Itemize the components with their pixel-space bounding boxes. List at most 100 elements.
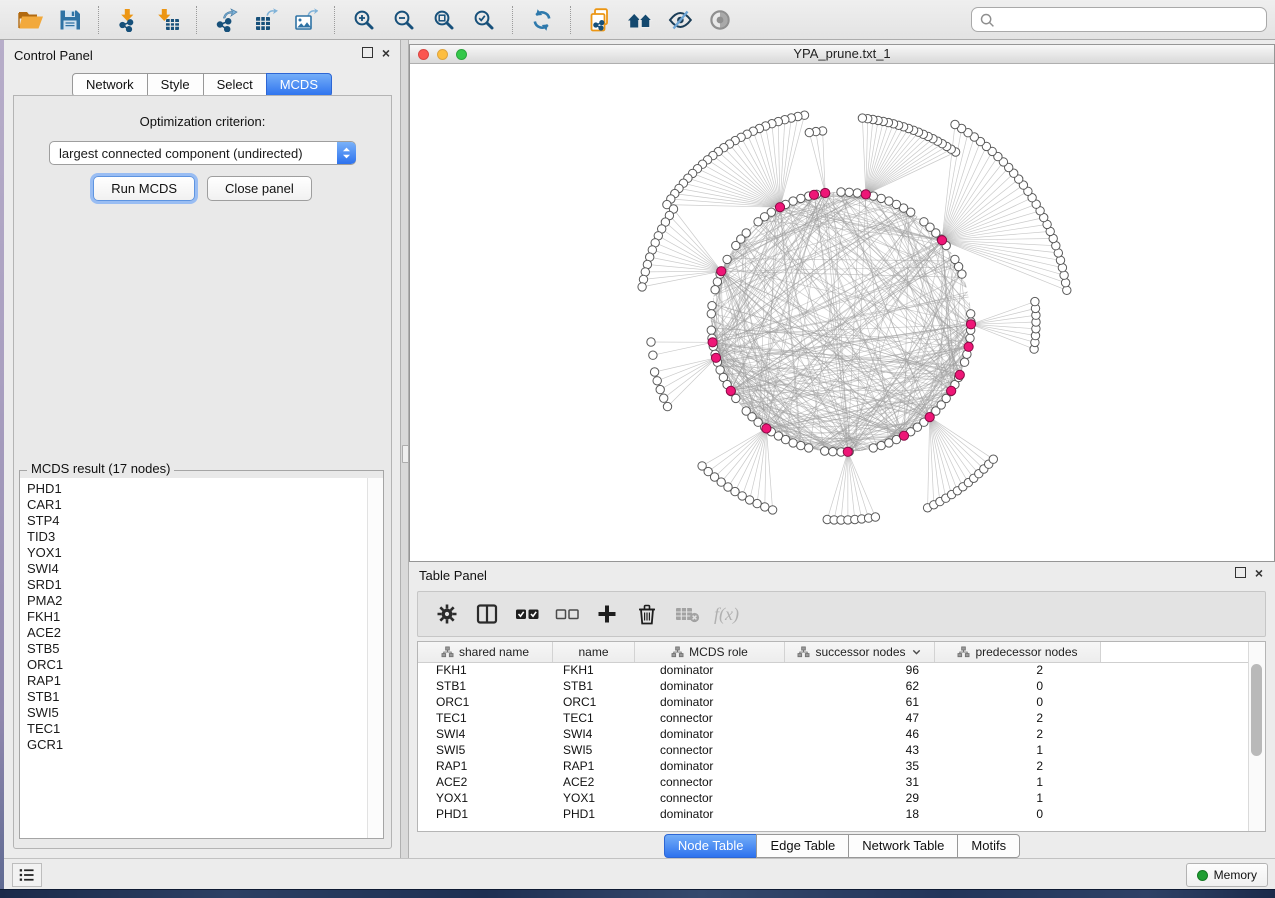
column-header-successor-nodes[interactable]: successor nodes: [785, 642, 935, 662]
table-row[interactable]: STB1STB1dominator620: [418, 678, 1249, 694]
mcds-result-item[interactable]: ORC1: [27, 657, 368, 673]
import-network-from-file-button[interactable]: [111, 4, 145, 36]
zoom-fit-content-button[interactable]: [427, 4, 461, 36]
memory-button[interactable]: Memory: [1186, 863, 1268, 887]
mcds-hub-node: [711, 353, 720, 362]
table-row[interactable]: TEC1TEC1connector472: [418, 710, 1249, 726]
mcds-hub-node: [964, 342, 973, 351]
table-options-button[interactable]: [430, 597, 464, 631]
save-session-button[interactable]: [53, 4, 87, 36]
tab-node-table[interactable]: Node Table: [664, 834, 758, 858]
cell-successor-nodes: 46: [785, 727, 935, 741]
table-scrollbar[interactable]: [1248, 642, 1265, 831]
delete-columns-button[interactable]: [630, 597, 664, 631]
table-row[interactable]: ORC1ORC1dominator610: [418, 694, 1249, 710]
mcds-result-item[interactable]: SWI5: [27, 705, 368, 721]
column-header-shared-name[interactable]: shared name: [418, 642, 553, 662]
mcds-result-list[interactable]: PHD1CAR1STP4TID3YOX1SWI4SRD1PMA2FKH1ACE2…: [20, 478, 368, 838]
mcds-result-item[interactable]: TEC1: [27, 721, 368, 737]
mcds-result-item[interactable]: STP4: [27, 513, 368, 529]
mcds-result-item[interactable]: SRD1: [27, 577, 368, 593]
svg-text:f(x): f(x): [714, 604, 739, 625]
first-neighbors-button[interactable]: [623, 4, 657, 36]
network-node: [951, 255, 959, 263]
table-toolbar: f(x): [417, 591, 1266, 637]
tab-motifs[interactable]: Motifs: [957, 834, 1020, 858]
network-canvas[interactable]: [410, 64, 1274, 561]
redraw-network-button[interactable]: [525, 4, 559, 36]
export-table-icon: [254, 8, 278, 32]
export-network-button[interactable]: [209, 4, 243, 36]
open-session-button[interactable]: [13, 4, 47, 36]
mcds-result-item[interactable]: STB5: [27, 641, 368, 657]
zoom-selected-region-button[interactable]: [467, 4, 501, 36]
search-box[interactable]: [971, 7, 1267, 32]
mcds-result-item[interactable]: ACE2: [27, 625, 368, 641]
close-panel-icon[interactable]: ×: [382, 48, 390, 58]
network-node: [1063, 286, 1071, 294]
table-row[interactable]: FKH1FKH1dominator962: [418, 662, 1249, 678]
close-table-panel-icon[interactable]: ×: [1255, 568, 1263, 578]
import-table-from-file-button[interactable]: [151, 4, 185, 36]
cell-successor-nodes: 62: [785, 679, 935, 693]
tab-style[interactable]: Style: [147, 73, 204, 97]
table-row[interactable]: PHD1PHD1dominator180: [418, 806, 1249, 822]
column-header-name[interactable]: name: [553, 642, 635, 662]
tab-network-table[interactable]: Network Table: [848, 834, 958, 858]
search-icon: [979, 12, 995, 28]
mcds-result-item[interactable]: SWI4: [27, 561, 368, 577]
close-panel-button[interactable]: Close panel: [207, 176, 312, 201]
mcds-result-item[interactable]: PHD1: [27, 481, 368, 497]
mcds-result-item[interactable]: TID3: [27, 529, 368, 545]
show-panels-menu-button[interactable]: [12, 863, 42, 887]
export-table-button[interactable]: [249, 4, 283, 36]
table-row[interactable]: RAP1RAP1dominator352: [418, 758, 1249, 774]
zoom-in-button[interactable]: [347, 4, 381, 36]
network-node: [869, 444, 877, 452]
control-panel-window-buttons: ×: [362, 47, 390, 58]
search-input[interactable]: [1000, 12, 1259, 28]
delete-table-icon: [674, 602, 701, 626]
new-network-from-selection-button[interactable]: [583, 4, 617, 36]
tab-select[interactable]: Select: [203, 73, 267, 97]
run-mcds-button[interactable]: Run MCDS: [93, 176, 195, 201]
toolbar-separator: [512, 6, 514, 34]
mcds-result-item[interactable]: FKH1: [27, 609, 368, 625]
select-all-columns-button[interactable]: [510, 597, 544, 631]
create-column-button[interactable]: [590, 597, 624, 631]
table-row[interactable]: ACE2ACE2connector311: [418, 774, 1249, 790]
mcds-result-item[interactable]: GCR1: [27, 737, 368, 753]
float-table-panel-icon[interactable]: [1235, 567, 1246, 578]
close-window-icon[interactable]: [418, 49, 429, 60]
show-hidden-button[interactable]: [703, 4, 737, 36]
export-image-button[interactable]: [289, 4, 323, 36]
mcds-result-item[interactable]: YOX1: [27, 545, 368, 561]
float-panel-icon[interactable]: [362, 47, 373, 58]
table-row[interactable]: SWI4SWI4dominator462: [418, 726, 1249, 742]
deselect-all-columns-button[interactable]: [550, 597, 584, 631]
column-header-MCDS-role[interactable]: MCDS role: [635, 642, 785, 662]
mcds-result-scrollbar[interactable]: [367, 478, 383, 838]
toggle-column-panel-button[interactable]: [470, 597, 504, 631]
mcds-result-item[interactable]: PMA2: [27, 593, 368, 609]
mcds-result-item[interactable]: RAP1: [27, 673, 368, 689]
table-row[interactable]: SWI5SWI5connector431: [418, 742, 1249, 758]
mcds-result-item[interactable]: CAR1: [27, 497, 368, 513]
tab-mcds[interactable]: MCDS: [266, 73, 332, 97]
minimize-window-icon[interactable]: [437, 49, 448, 60]
table-scrollbar-thumb[interactable]: [1251, 664, 1262, 756]
mcds-result-item[interactable]: STB1: [27, 689, 368, 705]
network-window-titlebar[interactable]: YPA_prune.txt_1: [410, 45, 1274, 64]
maximize-window-icon[interactable]: [456, 49, 467, 60]
cell-successor-nodes: 43: [785, 743, 935, 757]
tab-edge-table[interactable]: Edge Table: [756, 834, 849, 858]
zoom-out-button[interactable]: [387, 4, 421, 36]
hide-selected-button[interactable]: [663, 4, 697, 36]
column-header-predecessor-nodes[interactable]: predecessor nodes: [935, 642, 1101, 662]
optimization-criterion-select[interactable]: largest connected component (undirected): [49, 141, 356, 165]
cell-name: ORC1: [553, 695, 635, 709]
table-row[interactable]: YOX1YOX1connector291: [418, 790, 1249, 806]
tab-network[interactable]: Network: [72, 73, 148, 97]
panel-splitter[interactable]: [400, 40, 409, 858]
splitter-handle[interactable]: [402, 445, 409, 463]
